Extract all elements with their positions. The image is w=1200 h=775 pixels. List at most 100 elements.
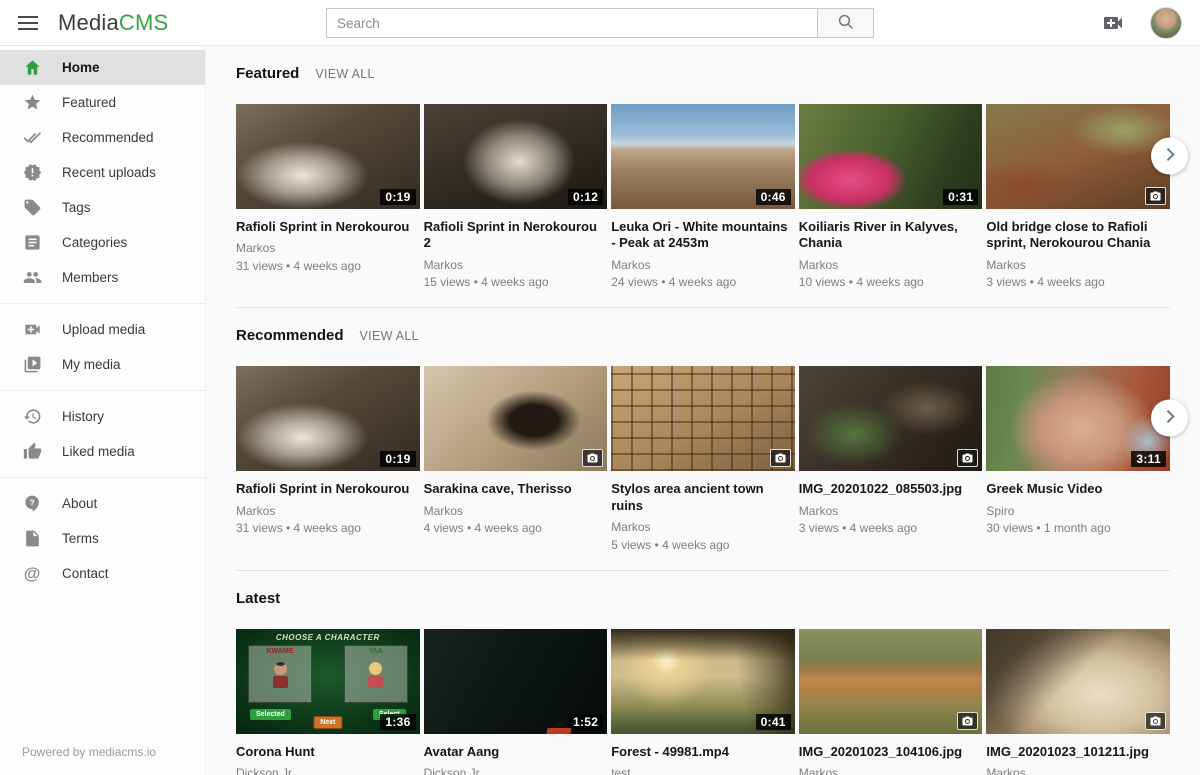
sidebar-item-liked-media[interactable]: Liked media [0, 434, 205, 469]
media-title[interactable]: Sarakina cave, Therisso [424, 481, 608, 497]
media-title[interactable]: Rafioli Sprint in Nerokourou [236, 219, 420, 235]
powered-by-text: Powered by mediacms.io [0, 731, 205, 775]
duration-badge: 0:19 [380, 189, 415, 205]
media-thumbnail[interactable] [611, 366, 795, 471]
media-card[interactable]: 0:41Forest - 49981.mp4test17 views • 3 w… [611, 629, 795, 775]
media-thumbnail[interactable]: 0:31 [799, 104, 983, 209]
user-avatar[interactable] [1150, 7, 1182, 39]
media-author[interactable]: Markos [611, 519, 795, 536]
sidebar-item-terms[interactable]: Terms [0, 521, 205, 556]
search-button[interactable] [818, 8, 874, 38]
media-title[interactable]: IMG_20201023_101211.jpg [986, 744, 1170, 760]
media-thumbnail[interactable]: 0:46 [611, 104, 795, 209]
media-card[interactable]: 0:19Rafioli Sprint in NerokourouMarkos31… [236, 104, 420, 291]
sidebar-item-upload-media[interactable]: Upload media [0, 312, 205, 347]
media-thumbnail[interactable] [986, 629, 1170, 734]
media-title[interactable]: Koiliaris River in Kalyves, Chania [799, 219, 983, 252]
sidebar-item-label: Recommended [62, 130, 154, 145]
media-title[interactable]: IMG_20201023_104106.jpg [799, 744, 983, 760]
media-thumbnail[interactable] [986, 104, 1170, 209]
media-thumbnail[interactable]: 0:19 [236, 104, 420, 209]
upload-video-icon[interactable] [1100, 10, 1126, 36]
sidebar-item-recommended[interactable]: Recommended [0, 120, 205, 155]
view-all-link[interactable]: VIEW ALL [360, 329, 419, 343]
logo[interactable]: MediaCMS [58, 10, 168, 36]
media-title[interactable]: Rafioli Sprint in Nerokourou [236, 481, 420, 497]
sidebar-item-tags[interactable]: Tags [0, 190, 205, 225]
media-author[interactable]: test [611, 765, 795, 775]
media-author[interactable]: Markos [424, 503, 608, 520]
photo-icon [1145, 712, 1166, 730]
media-card[interactable]: IMG_20201023_104106.jpgMarkos4 views • 4… [799, 629, 983, 775]
game-character-name: KWAME [249, 648, 311, 655]
media-card[interactable]: Old bridge close to Rafioli sprint, Nero… [986, 104, 1170, 291]
media-thumbnail[interactable] [799, 366, 983, 471]
section-recommended: RecommendedVIEW ALL0:19Rafioli Sprint in… [236, 308, 1170, 570]
duration-badge: 3:11 [1131, 451, 1166, 467]
duration-badge: 1:36 [380, 714, 415, 730]
sidebar-item-categories[interactable]: Categories [0, 225, 205, 260]
media-author[interactable]: Markos [236, 503, 420, 520]
media-author[interactable]: Dickson Jr. [236, 765, 420, 775]
media-card[interactable]: Stylos area ancient town ruinsMarkos5 vi… [611, 366, 795, 553]
sidebar-item-label: My media [62, 357, 121, 372]
media-title[interactable]: Greek Music Video [986, 481, 1170, 497]
sidebar-item-history[interactable]: History [0, 399, 205, 434]
media-thumbnail[interactable] [424, 366, 608, 471]
media-author[interactable]: Markos [611, 257, 795, 274]
media-title[interactable]: Avatar Aang [424, 744, 608, 760]
media-thumbnail[interactable]: 0:19 [236, 366, 420, 471]
sidebar-item-recent-uploads[interactable]: Recent uploads [0, 155, 205, 190]
media-thumbnail[interactable]: 1:52 [424, 629, 608, 734]
media-card[interactable]: IMG_20201023_101211.jpgMarkos4 views • 4… [986, 629, 1170, 775]
media-title[interactable]: Corona Hunt [236, 744, 420, 760]
sidebar-item-home[interactable]: Home [0, 50, 205, 85]
media-card[interactable]: 3:11Greek Music VideoSpiro30 views • 1 m… [986, 366, 1170, 553]
sidebar-item-contact[interactable]: @Contact [0, 556, 205, 591]
section-title: Latest [236, 590, 280, 607]
next-page-button[interactable] [1151, 138, 1188, 175]
media-card[interactable]: CHOOSE A CHARACTERKWAMEYAASelectedNextSe… [236, 629, 420, 775]
media-title[interactable]: Leuka Ori - White mountains - Peak at 24… [611, 219, 795, 252]
media-card[interactable]: IMG_20201022_085503.jpgMarkos3 views • 4… [799, 366, 983, 553]
search-input[interactable] [326, 8, 818, 38]
media-title[interactable]: Stylos area ancient town ruins [611, 481, 795, 514]
photo-icon [582, 449, 603, 467]
next-page-button[interactable] [1151, 400, 1188, 437]
media-card[interactable]: 1:52Avatar AangDickson Jr.12 views • 1 w… [424, 629, 608, 775]
thumb-up-icon [22, 442, 42, 462]
media-card[interactable]: 0:31 Koiliaris River in Kalyves, Chania Ma… [799, 104, 983, 291]
media-author[interactable]: Markos [236, 240, 420, 257]
sidebar-item-members[interactable]: Members [0, 260, 205, 295]
media-author[interactable]: Markos [986, 765, 1170, 775]
video-plus-icon [22, 320, 42, 340]
sidebar-item-about[interactable]: ?About [0, 486, 205, 521]
sidebar-item-featured[interactable]: Featured [0, 85, 205, 120]
media-author[interactable]: Markos [424, 257, 608, 274]
media-card[interactable]: 0:46 Leuka Ori - White mountains - Peak a… [611, 104, 795, 291]
duration-badge: 0:41 [756, 714, 791, 730]
view-all-link[interactable]: VIEW ALL [315, 67, 374, 81]
media-card[interactable]: 0:19Rafioli Sprint in NerokourouMarkos31… [236, 366, 420, 553]
duration-badge: 0:46 [756, 189, 791, 205]
sidebar-group: ?AboutTerms@Contact [0, 477, 205, 593]
media-author[interactable]: Markos [799, 503, 983, 520]
media-thumbnail[interactable]: 3:11 [986, 366, 1170, 471]
media-title[interactable]: Rafioli Sprint in Nerokourou 2 [424, 219, 608, 252]
media-author[interactable]: Spiro [986, 503, 1170, 520]
media-thumbnail[interactable] [799, 629, 983, 734]
media-author[interactable]: Markos [799, 257, 983, 274]
media-title[interactable]: Old bridge close to Rafioli sprint, Nero… [986, 219, 1170, 252]
media-author[interactable]: Dickson Jr. [424, 765, 608, 775]
media-author[interactable]: Markos [799, 765, 983, 775]
media-thumbnail[interactable]: CHOOSE A CHARACTERKWAMEYAASelectedNextSe… [236, 629, 420, 734]
sidebar-item-my-media[interactable]: My media [0, 347, 205, 382]
media-thumbnail[interactable]: 0:12 [424, 104, 608, 209]
media-thumbnail[interactable]: 0:41 [611, 629, 795, 734]
media-author[interactable]: Markos [986, 257, 1170, 274]
menu-icon[interactable] [18, 16, 38, 30]
media-title[interactable]: IMG_20201022_085503.jpg [799, 481, 983, 497]
media-title[interactable]: Forest - 49981.mp4 [611, 744, 795, 760]
media-card[interactable]: 0:12 Rafioli Sprint in Nerokourou 2 Markos… [424, 104, 608, 291]
media-card[interactable]: Sarakina cave, TherissoMarkos4 views • 4… [424, 366, 608, 553]
